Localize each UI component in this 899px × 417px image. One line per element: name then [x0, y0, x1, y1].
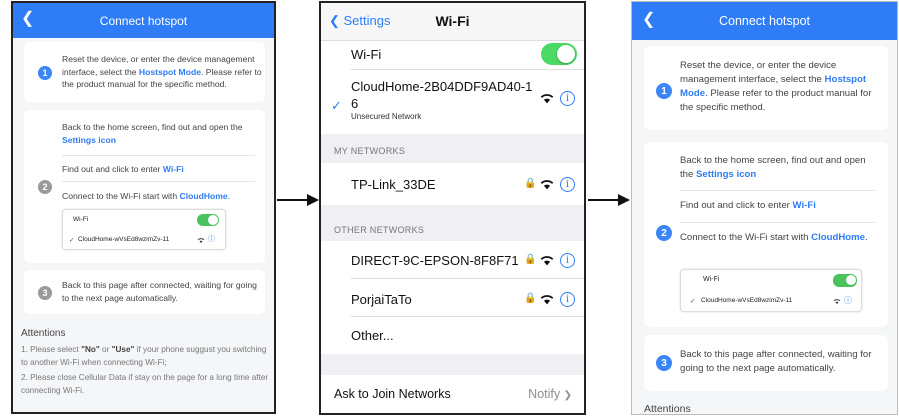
- lock-icon: 🔒: [524, 293, 537, 304]
- lock-icon: 🔒: [524, 254, 537, 265]
- attentions-title: Attentions: [21, 328, 66, 339]
- mini-wifi-panel: Wi-Fi ✓ CloudHome-wVsEd8wzimZv-11 ⓘ: [680, 269, 862, 312]
- separator: [351, 316, 584, 317]
- arrow-right-icon: [277, 194, 319, 206]
- step-3-text: Back to this page after connected, waiti…: [62, 280, 257, 303]
- mini-wifi-toggle: [197, 214, 219, 226]
- my-networks-group: TP-Link_33DE 🔒 i: [321, 163, 584, 205]
- step-2-line-3: Connect to the Wi-Fi start with CloudHom…: [62, 191, 231, 201]
- divider: [62, 181, 255, 182]
- info-icon[interactable]: i: [560, 177, 575, 192]
- back-chevron-icon[interactable]: ❮: [21, 9, 39, 31]
- wifi-toggle[interactable]: [541, 43, 577, 65]
- ios-nav-bar: ❮ Settings Wi-Fi: [321, 3, 584, 41]
- step-2-number: 2: [656, 225, 672, 241]
- step-3-card: 3 Back to this page after connected, wai…: [24, 270, 265, 314]
- hotspot-mode-highlight: Hostspot Mode: [138, 66, 201, 77]
- step-2-line-1: Back to the home screen, find out and op…: [680, 155, 866, 180]
- page-title: Connect hotspot: [99, 13, 188, 28]
- ask-to-join-label: Ask to Join Networks: [334, 387, 451, 401]
- mini-wifi-panel: Wi-Fi ✓ CloudHome-wVsEd8wzimZv-11 ⓘ: [62, 209, 226, 250]
- info-icon[interactable]: i: [560, 292, 575, 307]
- mini-wifi-toggle: [833, 274, 857, 287]
- attention-item-1: 1. Please select "No" or "Use" if your p…: [21, 345, 267, 367]
- attention-item-2: 2. Please close Cellular Data if stay on…: [21, 373, 269, 395]
- step-1-card: 1 Reset the device, or enter the device …: [24, 42, 265, 102]
- ask-to-join-value: Notify ❯: [528, 387, 572, 401]
- mini-wifi-label: Wi-Fi: [73, 216, 89, 223]
- other-network-button[interactable]: Other...: [351, 328, 584, 343]
- settings-icon-highlight: Settings icon: [62, 134, 116, 145]
- app-header: ❮ Connect hotspot: [632, 2, 897, 40]
- checkmark-icon: ✓: [331, 98, 342, 113]
- arrow-right-icon: [588, 194, 630, 206]
- step-1-text: Reset the device, or enter the device ma…: [62, 54, 262, 89]
- separator: [351, 278, 584, 279]
- page-title: Wi-Fi: [435, 13, 470, 29]
- divider: [680, 190, 876, 191]
- info-icon[interactable]: i: [560, 91, 575, 106]
- step-2-card: 2 Back to the home screen, find out and …: [644, 142, 888, 327]
- step-3-number: 3: [656, 355, 672, 371]
- info-icon: ⓘ: [208, 236, 215, 243]
- checkmark-icon: ✓: [69, 237, 75, 244]
- info-icon[interactable]: i: [560, 253, 575, 268]
- other-networks-group: DIRECT-9C-EPSON-8F8F71 🔒 i PorjaiTaTo 🔒 …: [321, 241, 584, 354]
- attentions-title: Attentions: [644, 403, 691, 415]
- step-2-line-1: Back to the home screen, find out and op…: [62, 122, 243, 145]
- page-title: Connect hotspot: [718, 14, 811, 28]
- wifi-icon: [540, 256, 554, 266]
- settings-icon-highlight: Settings icon: [696, 169, 757, 180]
- wifi-highlight: Wi-Fi: [792, 200, 816, 211]
- right-phone-screen: ❮ Connect hotspot 1 Reset the device, or…: [631, 1, 898, 415]
- mini-wifi-label: Wi-Fi: [703, 276, 720, 283]
- wifi-group: Wi-Fi ✓ CloudHome-2B04DDF9AD40-1 6 Unsec…: [321, 41, 584, 134]
- wifi-icon: [197, 238, 205, 243]
- step-3-text: Back to this page after connected, waiti…: [680, 349, 872, 374]
- middle-phone-screen: ❮ Settings Wi-Fi Wi-Fi ✓ CloudHome-2B04D…: [319, 1, 586, 415]
- mini-network-name: CloudHome-wVsEd8wzimZv-11: [78, 236, 170, 243]
- step-2-card: 2 Back to the home screen, find out and …: [24, 110, 265, 263]
- network-status: Unsecured Network: [351, 112, 422, 121]
- app-header: ❮ Connect hotspot: [13, 3, 274, 38]
- step-1-card: 1 Reset the device, or enter the device …: [644, 46, 888, 130]
- checkmark-icon: ✓: [690, 298, 696, 305]
- other-networks-header: OTHER NETWORKS: [334, 225, 425, 235]
- mini-network-name: CloudHome-wVsEd8wzimZv-11: [701, 297, 793, 304]
- step-3-number: 3: [38, 286, 52, 300]
- wifi-icon: [540, 94, 554, 104]
- ask-to-join-group[interactable]: Ask to Join Networks Notify ❯: [321, 375, 584, 413]
- step-1-text: Reset the device, or enter the device ma…: [680, 60, 872, 113]
- step-2-line-2: Find out and click to enter Wi-Fi: [680, 200, 816, 211]
- cloudhome-highlight: CloudHome: [179, 191, 228, 201]
- lock-icon: 🔒: [524, 178, 537, 189]
- left-phone-screen: ❮ Connect hotspot 1 Reset the device, or…: [11, 1, 276, 414]
- wifi-highlight: Wi-Fi: [162, 164, 184, 174]
- my-networks-header: MY NETWORKS: [334, 146, 406, 156]
- step-3-card: 3 Back to this page after connected, wai…: [644, 335, 888, 391]
- wifi-icon: [540, 180, 554, 190]
- divider: [680, 222, 876, 223]
- info-icon: ⓘ: [844, 296, 852, 305]
- wifi-icon: [540, 295, 554, 305]
- step-1-number: 1: [38, 66, 52, 80]
- step-2-line-2: Find out and click to enter Wi-Fi: [62, 164, 184, 174]
- cloudhome-highlight: CloudHome: [811, 232, 865, 243]
- wifi-icon: [833, 299, 841, 304]
- step-1-number: 1: [656, 83, 672, 99]
- divider: [62, 155, 255, 156]
- back-chevron-icon[interactable]: ❮: [642, 10, 660, 32]
- step-2-line-3: Connect to the Wi-Fi start with CloudHom…: [680, 232, 868, 243]
- step-2-number: 2: [38, 180, 52, 194]
- separator: [351, 69, 584, 70]
- chevron-right-icon: ❯: [563, 390, 572, 401]
